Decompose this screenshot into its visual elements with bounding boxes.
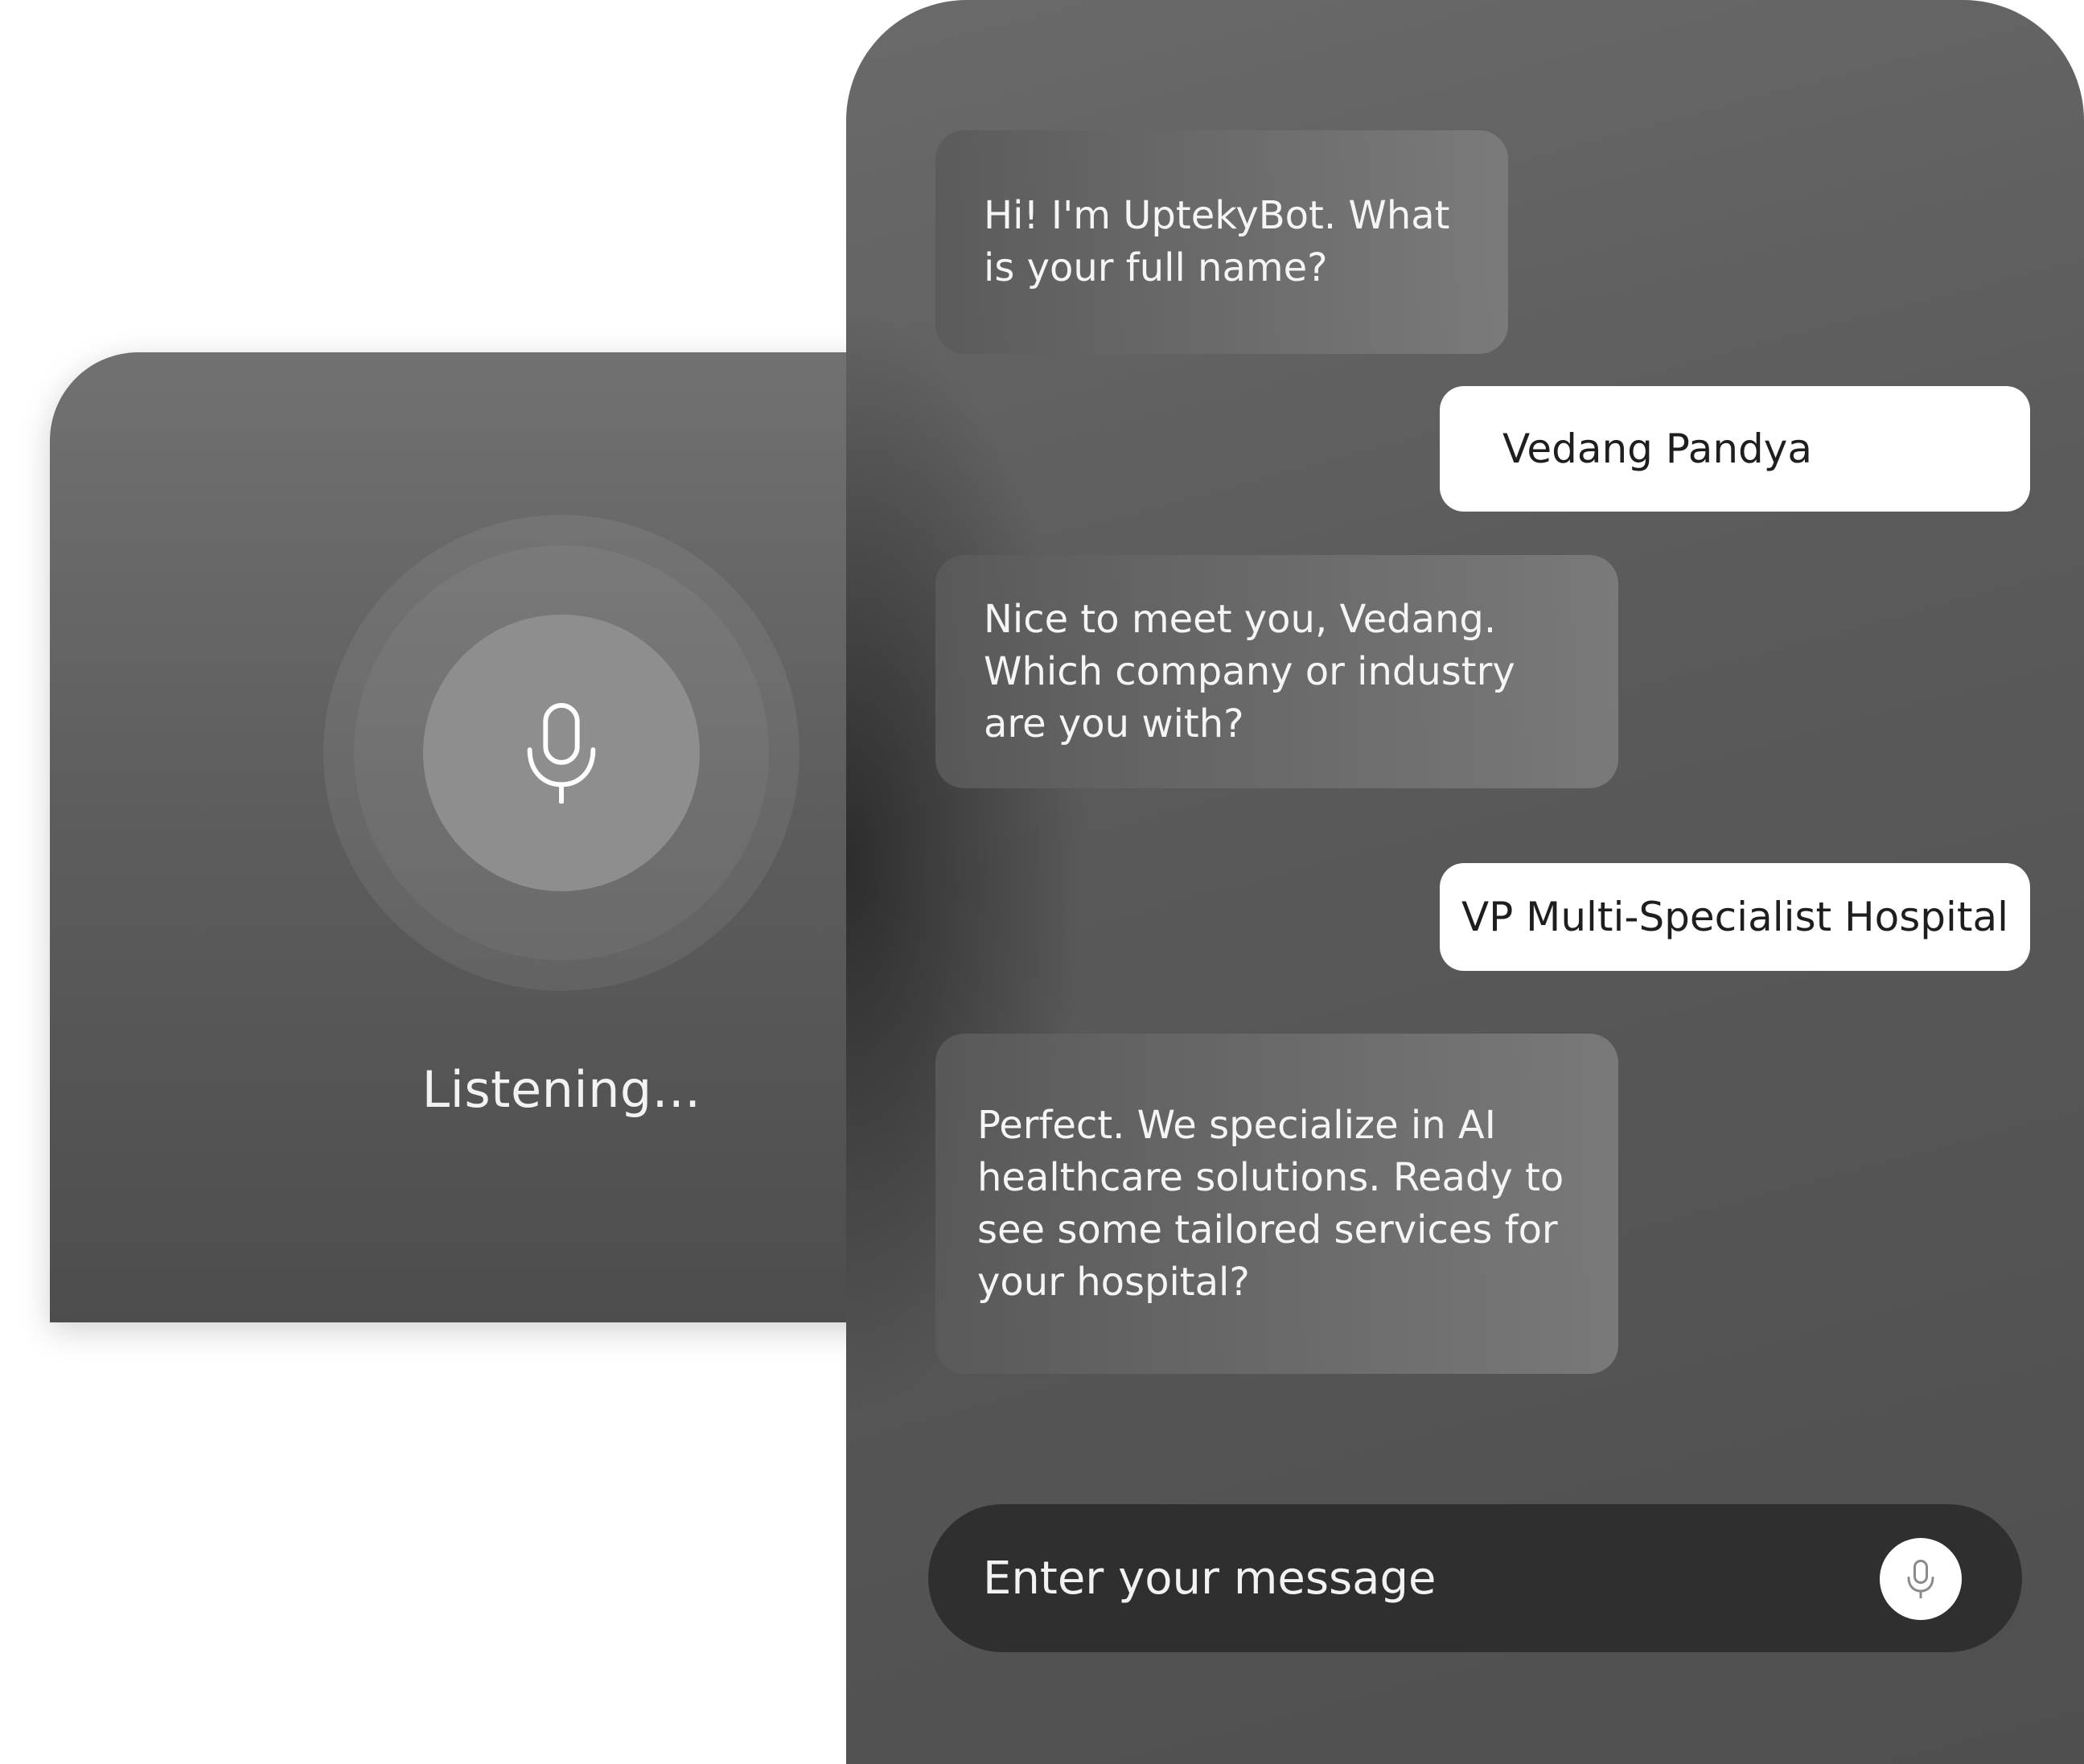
user-message: Vedang Pandya xyxy=(1440,386,2030,512)
message-text: Nice to meet you, Vedang. Which company … xyxy=(984,596,1515,746)
voice-panel: Listening... xyxy=(50,352,902,1322)
chat-panel: Hi! I'm UptekyBot. What is your full nam… xyxy=(846,0,2084,1764)
message-text: VP Multi-Specialist Hospital xyxy=(1461,893,2009,940)
voice-mic-button[interactable] xyxy=(423,615,700,891)
message-text: Perfect. We specialize in AI healthcare … xyxy=(977,1102,1564,1305)
microphone-icon xyxy=(527,702,596,804)
composer-mic-button[interactable] xyxy=(1880,1538,1962,1620)
user-message: VP Multi-Specialist Hospital xyxy=(1440,863,2030,971)
message-text: Hi! I'm UptekyBot. What is your full nam… xyxy=(984,193,1450,290)
bot-message: Perfect. We specialize in AI healthcare … xyxy=(935,1034,1618,1374)
bot-message: Hi! I'm UptekyBot. What is your full nam… xyxy=(935,130,1508,354)
message-input[interactable] xyxy=(983,1504,1868,1652)
message-text: Vedang Pandya xyxy=(1502,425,1812,472)
mic-pulse-ring-outer xyxy=(323,515,799,991)
message-composer xyxy=(928,1504,2022,1652)
microphone-icon xyxy=(1907,1560,1934,1598)
bot-message: Nice to meet you, Vedang. Which company … xyxy=(935,555,1618,788)
